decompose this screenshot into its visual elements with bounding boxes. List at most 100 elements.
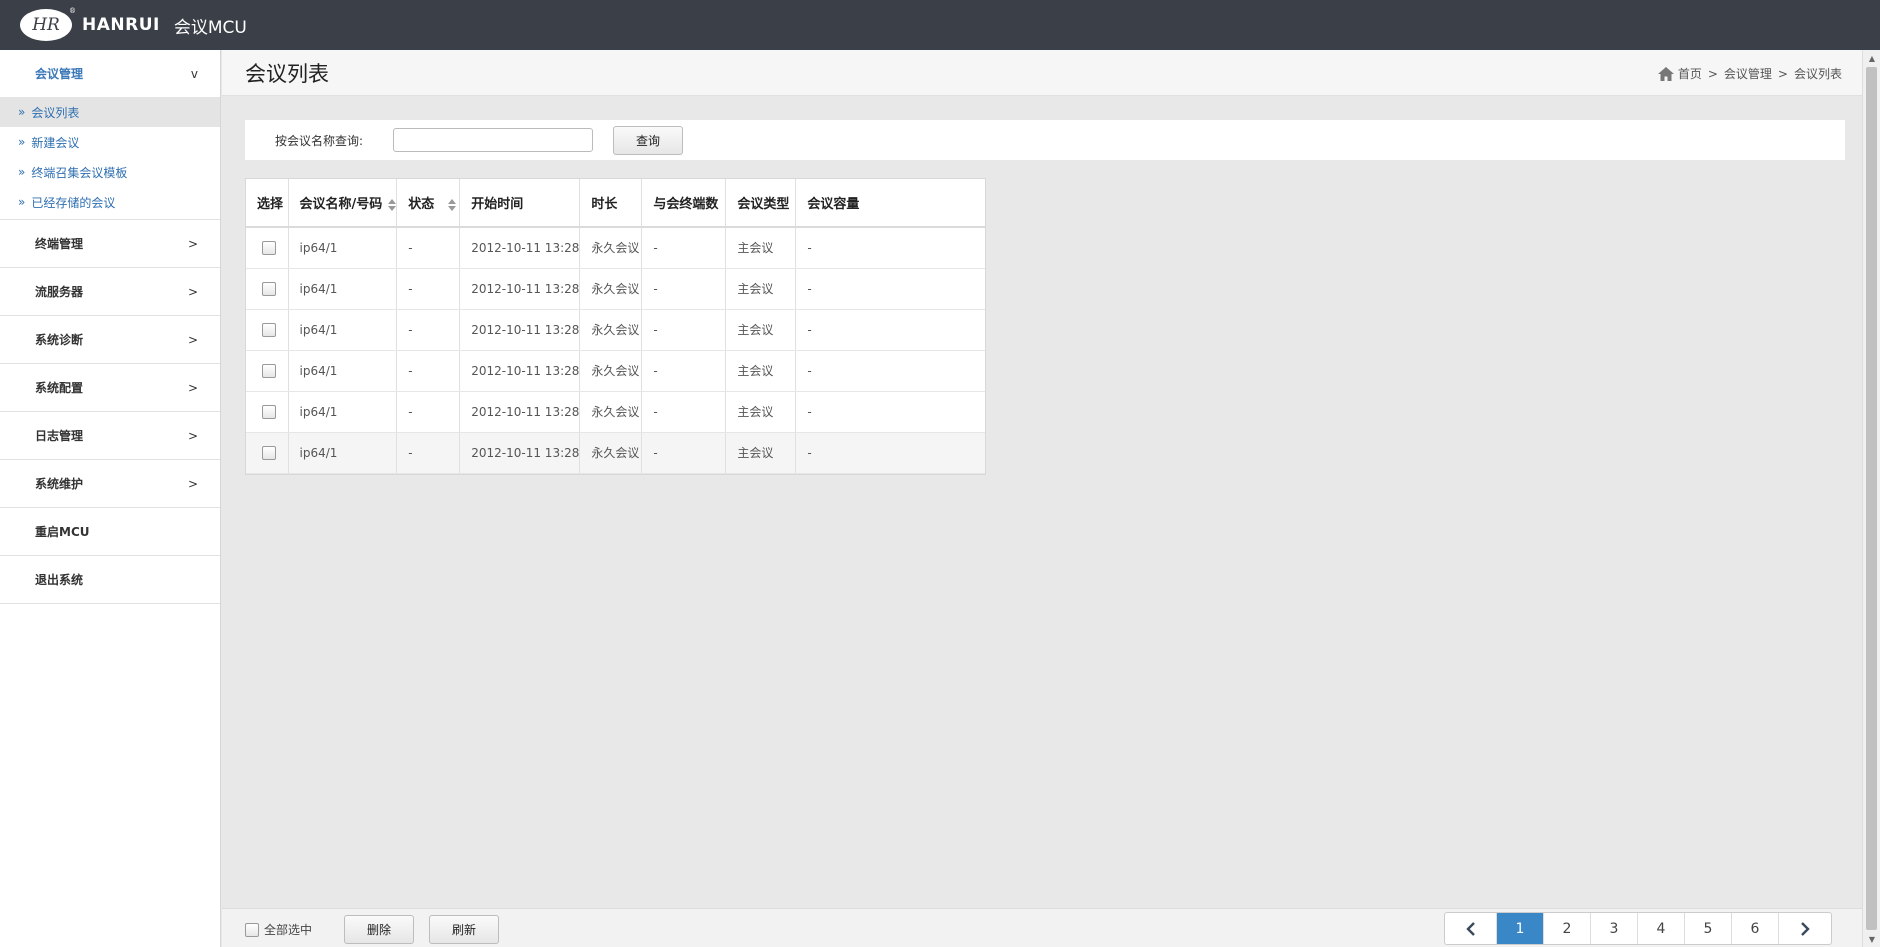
row-checkbox[interactable] (262, 322, 276, 337)
menu-system-diagnosis[interactable]: 系统诊断 > (0, 316, 220, 363)
row-checkbox[interactable] (262, 404, 276, 419)
breadcrumb: 首页 > 会议管理 > 会议列表 (1657, 65, 1842, 82)
sidebar-item-stored-meetings[interactable]: » 已经存储的会议 (0, 187, 220, 217)
cell-capacity: - (795, 432, 985, 474)
menu-system-config[interactable]: 系统配置 > (0, 364, 220, 411)
column-header-type: 会议类型 (725, 179, 797, 228)
table-row[interactable]: ip64/1 - 2012-10-11 13:28 永久会议 - 主会议 - (246, 432, 985, 474)
row-checkbox[interactable] (262, 281, 276, 296)
sort-icon[interactable] (448, 198, 457, 211)
double-chevron-icon: » (18, 105, 26, 119)
search-button[interactable]: 查询 (613, 125, 684, 155)
column-header-terminals: 与会终端数 (641, 179, 727, 228)
logo-mark: HR ® (20, 7, 76, 41)
double-chevron-icon: » (18, 135, 26, 149)
menu-terminal-management[interactable]: 终端管理 > (0, 220, 220, 267)
logo-mark-text: HR (32, 15, 60, 35)
scroll-down-arrow-icon[interactable]: ▼ (1863, 931, 1880, 947)
menu-label: 重启MCU (35, 525, 90, 539)
page-header: 会议列表 首页 > 会议管理 > 会议列表 (222, 50, 1862, 96)
sidebar-item-terminal-template[interactable]: » 终端召集会议模板 (0, 157, 220, 187)
refresh-button[interactable]: 刷新 (429, 915, 499, 944)
cell-duration: 永久会议 (579, 350, 643, 392)
cell-duration: 永久会议 (579, 391, 643, 433)
menu-restart-mcu[interactable]: 重启MCU (0, 508, 220, 555)
menu-meeting-management[interactable]: 会议管理 v (0, 50, 220, 97)
menu-label: 系统诊断 (35, 333, 84, 347)
sidebar-item-label: 已经存储的会议 (31, 195, 116, 210)
breadcrumb-meeting-management[interactable]: 会议管理 (1724, 65, 1772, 82)
table-row[interactable]: ip64/1 - 2012-10-11 13:28 永久会议 - 主会议 - (246, 391, 985, 433)
cell-name: ip64/1 (288, 227, 398, 269)
main-content: 会议列表 首页 > 会议管理 > 会议列表 按会议名称查询: 查询 选择 会议名… (222, 50, 1862, 947)
cell-duration: 永久会议 (579, 227, 643, 269)
cell-name: ip64/1 (288, 432, 398, 474)
column-header-status[interactable]: 状态 (396, 179, 461, 228)
vertical-scrollbar[interactable]: ▲ ▼ (1862, 50, 1880, 947)
cell-duration: 永久会议 (579, 268, 643, 310)
sidebar-item-label: 新建会议 (31, 135, 80, 150)
prev-page-button[interactable] (1445, 913, 1497, 944)
menu-label: 会议管理 (35, 67, 84, 81)
cell-type: 主会议 (725, 350, 797, 392)
cell-start-time: 2012-10-11 13:28 (459, 268, 581, 310)
page-5-button[interactable]: 5 (1685, 913, 1732, 944)
chevron-right-icon: > (187, 332, 198, 347)
breadcrumb-home[interactable]: 首页 (1678, 65, 1702, 82)
select-all-checkbox[interactable] (245, 922, 259, 937)
cell-status: - (396, 268, 461, 310)
cell-capacity: - (795, 309, 985, 351)
column-header-name[interactable]: 会议名称/号码 (288, 179, 398, 228)
menu-group-meeting: 会议管理 v (0, 50, 220, 97)
menu-label: 终端管理 (35, 237, 84, 251)
submenu-meeting: » 会议列表 » 新建会议 » 终端召集会议模板 » 已经存储的会议 (0, 97, 220, 220)
menu-stream-server[interactable]: 流服务器 > (0, 268, 220, 315)
chevron-right-icon: > (187, 380, 198, 395)
row-checkbox[interactable] (262, 445, 276, 460)
cell-duration: 永久会议 (579, 309, 643, 351)
column-header-duration: 时长 (579, 179, 643, 228)
chevron-left-icon (1465, 921, 1475, 936)
menu-log-management[interactable]: 日志管理 > (0, 412, 220, 459)
scroll-up-arrow-icon[interactable]: ▲ (1863, 50, 1880, 66)
page-6-button[interactable]: 6 (1732, 913, 1779, 944)
sidebar-item-new-meeting[interactable]: » 新建会议 (0, 127, 220, 157)
menu-label: 系统维护 (35, 477, 84, 491)
sidebar-item-meeting-list[interactable]: » 会议列表 (0, 97, 220, 127)
cell-terminals: - (641, 268, 727, 310)
menu-label: 流服务器 (35, 285, 84, 299)
table-row[interactable]: ip64/1 - 2012-10-11 13:28 永久会议 - 主会议 - (246, 309, 985, 351)
column-header-select: 选择 (246, 179, 289, 228)
search-input[interactable] (393, 128, 594, 152)
sort-icon[interactable] (388, 198, 397, 211)
page-1-button[interactable]: 1 (1497, 913, 1544, 944)
menu-system-maintenance[interactable]: 系统维护 > (0, 460, 220, 507)
home-icon (1657, 66, 1674, 81)
table-row[interactable]: ip64/1 - 2012-10-11 13:28 永久会议 - 主会议 - (246, 268, 985, 310)
menu-logout[interactable]: 退出系统 (0, 556, 220, 603)
menu-group-maintenance: 系统维护 > (0, 460, 220, 508)
table-row[interactable]: ip64/1 - 2012-10-11 13:28 永久会议 - 主会议 - (246, 227, 985, 269)
page-4-button[interactable]: 4 (1638, 913, 1685, 944)
cell-capacity: - (795, 350, 985, 392)
select-all[interactable]: 全部选中 (245, 921, 312, 938)
next-page-button[interactable] (1779, 913, 1831, 944)
table-row[interactable]: ip64/1 - 2012-10-11 13:28 永久会议 - 主会议 - (246, 350, 985, 392)
row-select-cell (246, 227, 289, 269)
cell-name: ip64/1 (288, 350, 398, 392)
menu-label: 系统配置 (35, 381, 84, 395)
logo[interactable]: HR ® HANRUI (20, 7, 160, 41)
select-all-label: 全部选中 (264, 923, 313, 937)
cell-name: ip64/1 (288, 309, 398, 351)
sidebar: 会议管理 v » 会议列表 » 新建会议 » 终端召集会议模板 » 已经存储的会… (0, 50, 221, 947)
breadcrumb-separator: > (1777, 66, 1788, 81)
menu-group-restart: 重启MCU (0, 508, 220, 556)
page-3-button[interactable]: 3 (1591, 913, 1638, 944)
page-2-button[interactable]: 2 (1544, 913, 1591, 944)
scrollbar-thumb[interactable] (1866, 67, 1877, 930)
row-select-cell (246, 309, 289, 351)
row-checkbox[interactable] (262, 241, 276, 255)
row-checkbox[interactable] (262, 363, 276, 378)
delete-button[interactable]: 删除 (344, 915, 414, 944)
menu-group-terminal: 终端管理 > (0, 220, 220, 268)
